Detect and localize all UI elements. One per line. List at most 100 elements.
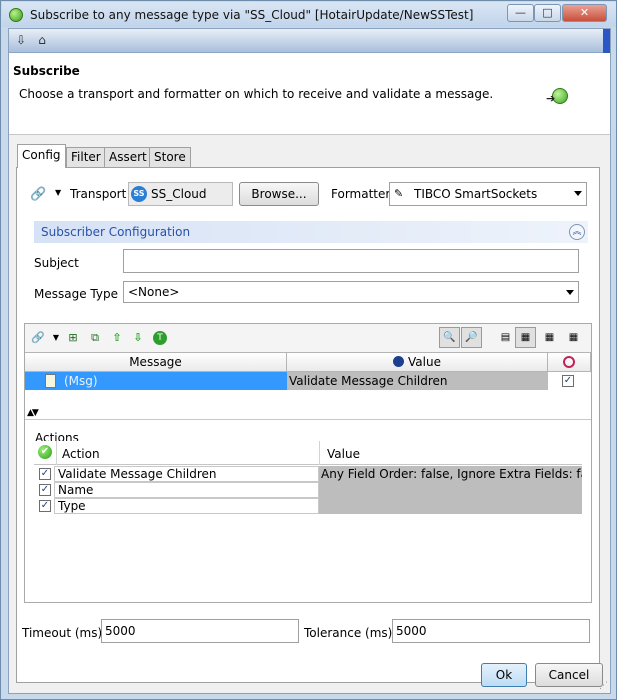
check-icon[interactable]: ✔ [38, 445, 52, 459]
smartsockets-icon: SS [131, 186, 147, 202]
tree-header: Message Value [25, 352, 591, 372]
dialog-client-area: ⇩ ⌂ Subscribe Choose a transport and for… [8, 28, 611, 694]
copy-icon[interactable]: ⧉ [88, 331, 102, 345]
grid-view-icon[interactable]: ▦ [515, 327, 536, 348]
message-type-value: <None> [128, 285, 180, 299]
validate-icon[interactable]: T [153, 331, 167, 345]
formatter-label: Formatter [331, 187, 391, 201]
transport-value: SS_Cloud [151, 187, 207, 201]
divider [319, 441, 320, 465]
action-row[interactable]: ✓ Type [34, 498, 582, 514]
column-action[interactable]: Action [62, 447, 100, 461]
column-action-value[interactable]: Value [327, 447, 360, 461]
action-name: Name [58, 483, 94, 497]
tree-toolbar: 🔗 ▼ ⊞ ⧉ ⇧ ⇩ T 🔍 🔎 ▤ ▦ ▦ ▦ [25, 324, 591, 352]
formatter-icon: ✎ [394, 187, 404, 200]
import-icon[interactable]: ⌂ [35, 33, 49, 47]
tolerance-label: Tolerance (ms) [304, 626, 393, 640]
actions-table: ✔ Action Value ✓ Validate Message Childr… [34, 441, 582, 609]
action-name: Type [58, 499, 86, 513]
tree-row-message: (Msg) [64, 374, 98, 388]
action-checkbox[interactable]: ✓ [39, 500, 51, 512]
move-up-icon[interactable]: ⇧ [110, 331, 124, 345]
dialog-window: Subscribe to any message type via "SS_Cl… [0, 0, 617, 700]
subject-input[interactable] [123, 249, 579, 273]
ok-button[interactable]: Ok [481, 663, 527, 687]
tree-row-value-cell[interactable]: Validate Message Children [287, 372, 548, 390]
action-checkbox[interactable]: ✓ [39, 484, 51, 496]
actions-header: ✔ Action Value [34, 441, 582, 465]
subscribe-icon [9, 8, 23, 22]
no-entry-icon [563, 356, 575, 368]
resize-grip[interactable]: ⋰ [599, 681, 608, 691]
chevron-down-icon [566, 290, 574, 295]
tab-config[interactable]: Config [17, 144, 66, 168]
subject-label: Subject [34, 256, 79, 270]
transport-field[interactable]: SS SS_Cloud [128, 182, 233, 206]
zoom-out-icon[interactable]: 🔎 [461, 327, 482, 348]
action-value[interactable]: Any Field Order: false, Ignore Extra Fie… [319, 466, 582, 482]
timeout-value: 5000 [105, 624, 136, 638]
grid-alt-icon[interactable]: ▦ [539, 327, 560, 348]
zoom-in-icon[interactable]: 🔍 [439, 327, 460, 348]
config-panel: 🔗 ▼ Transport SS SS_Cloud Browse... Form… [16, 167, 600, 683]
export-icon[interactable]: ⇩ [14, 33, 28, 47]
value-column-icon [393, 356, 405, 367]
section-title: Subscriber Configuration [41, 225, 191, 239]
header-title: Subscribe [13, 64, 80, 78]
tab-filter[interactable]: Filter [66, 147, 106, 167]
table-view-icon[interactable]: ▦ [563, 327, 584, 348]
action-name-cell [54, 498, 319, 514]
arrow-right-icon: ➔ [546, 92, 556, 105]
action-value[interactable] [319, 482, 582, 498]
tab-store[interactable]: Store [149, 147, 191, 167]
chevron-down-icon[interactable]: ▼ [49, 331, 63, 345]
message-type-select[interactable]: <None> [123, 281, 579, 303]
divider [25, 419, 591, 420]
document-icon[interactable]: ▤ [495, 327, 516, 348]
action-row[interactable]: ✓ Name [34, 482, 582, 498]
move-down-icon[interactable]: ⇩ [131, 331, 145, 345]
column-value[interactable]: Value [287, 353, 548, 372]
message-document-icon [45, 374, 56, 388]
add-child-icon[interactable]: ⊞ [66, 331, 80, 345]
maximize-button[interactable]: □ [534, 4, 561, 22]
chevron-down-icon [574, 191, 582, 196]
formatter-select[interactable]: ✎ TIBCO SmartSockets [389, 182, 587, 206]
subscriber-config-header: Subscriber Configuration ︽ [34, 221, 588, 243]
browse-button[interactable]: Browse... [239, 182, 319, 206]
timeout-label: Timeout (ms) [22, 626, 103, 640]
title-bar[interactable]: Subscribe to any message type via "SS_Cl… [2, 2, 616, 27]
tolerance-value: 5000 [396, 624, 427, 638]
column-message[interactable]: Message [25, 353, 287, 372]
tab-assert[interactable]: Assert [104, 147, 152, 167]
window-title: Subscribe to any message type via "SS_Cl… [30, 8, 474, 22]
timeout-input[interactable]: 5000 [101, 619, 299, 643]
action-row[interactable]: ✓ Validate Message Children Any Field Or… [34, 466, 582, 482]
transport-link-icon[interactable]: 🔗 [30, 187, 46, 202]
column-enabled[interactable] [548, 353, 591, 372]
formatter-value: TIBCO SmartSockets [414, 187, 538, 201]
action-checkbox[interactable]: ✓ [39, 468, 51, 480]
chevron-down-icon[interactable]: ▼ [55, 188, 61, 197]
message-tree-panel: 🔗 ▼ ⊞ ⧉ ⇧ ⇩ T 🔍 🔎 ▤ ▦ ▦ ▦ Message Value … [24, 323, 592, 603]
top-toolbar: ⇩ ⌂ [9, 29, 610, 53]
transport-label: Transport [70, 187, 127, 201]
link-icon[interactable]: 🔗 [31, 331, 45, 345]
tree-row[interactable]: (Msg) Validate Message Children ✓ [25, 372, 591, 390]
tolerance-input[interactable]: 5000 [392, 619, 590, 643]
minimize-button[interactable]: — [507, 4, 534, 22]
action-name: Validate Message Children [58, 467, 217, 481]
cancel-button[interactable]: Cancel [535, 663, 603, 687]
splitter-handle[interactable]: ▲▼ [27, 408, 39, 418]
toolbar-accent [603, 29, 610, 53]
action-value[interactable] [319, 498, 582, 514]
tree-row-message-cell[interactable]: (Msg) [25, 372, 287, 390]
tree-row-enabled-checkbox[interactable]: ✓ [562, 375, 574, 387]
divider [56, 441, 57, 465]
message-type-label: Message Type [34, 287, 118, 301]
close-button[interactable]: ✕ [562, 4, 607, 22]
collapse-icon[interactable]: ︽ [569, 224, 585, 240]
tree-row-value: Validate Message Children [289, 374, 448, 388]
header-description: Choose a transport and formatter on whic… [19, 87, 494, 101]
